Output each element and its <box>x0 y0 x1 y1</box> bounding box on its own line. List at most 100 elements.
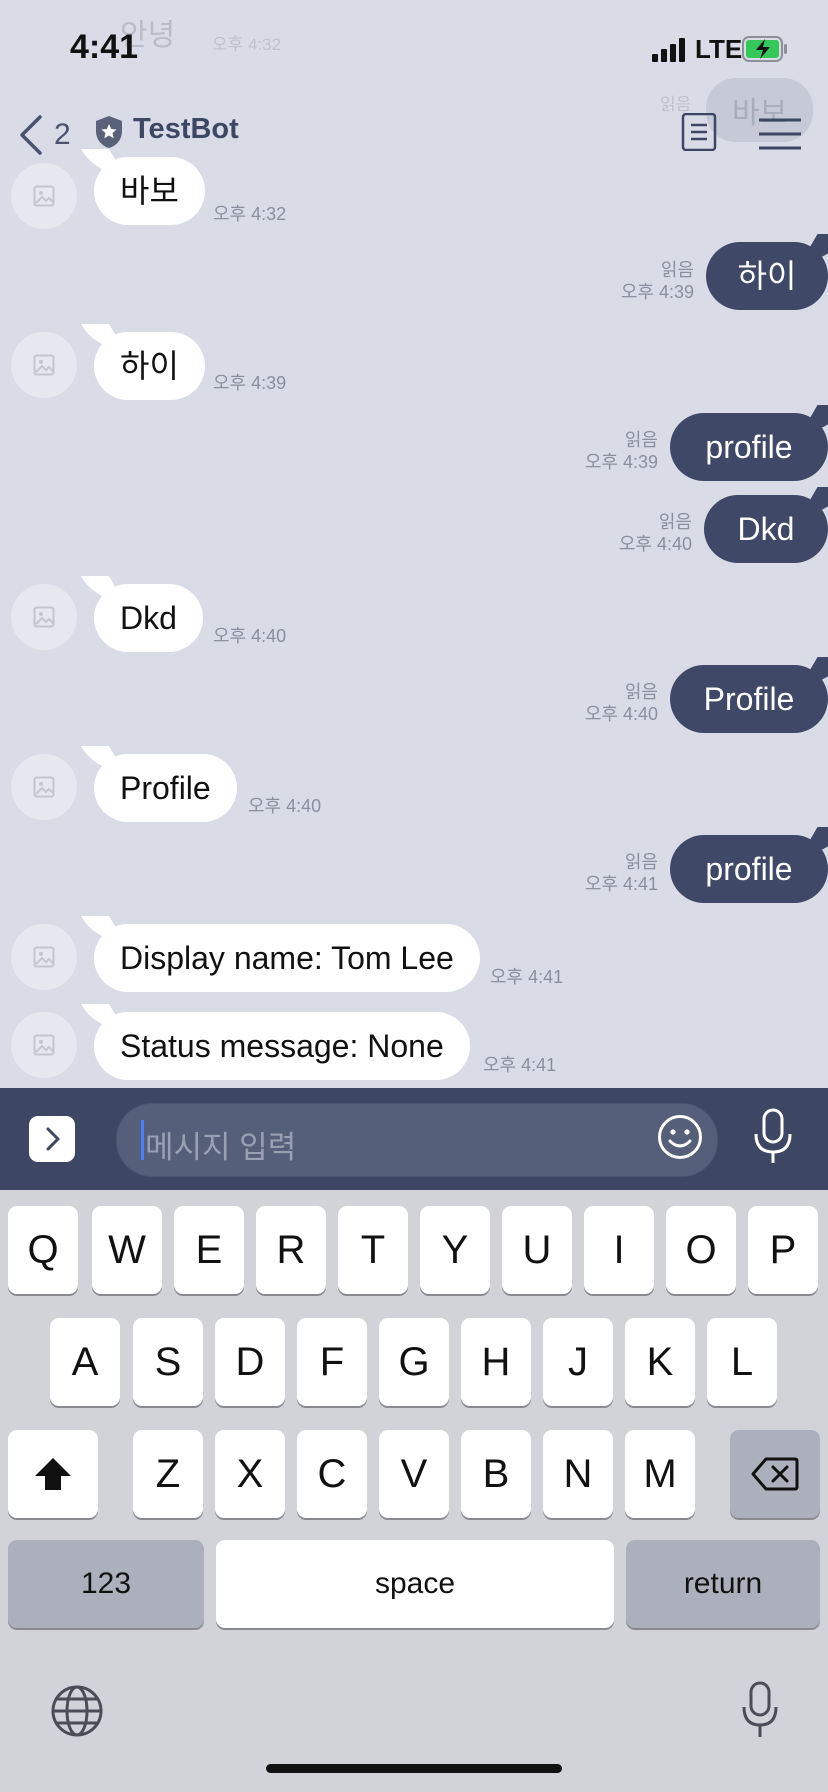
image-placeholder-icon <box>33 946 55 968</box>
message-list: 바보 오후 4:32 읽음 오후 4:39 하이 하이 오후 4:39 읽음 오… <box>0 157 828 1090</box>
read-receipt: 읽음 <box>658 512 692 532</box>
incoming-message-bubble[interactable]: 하이 <box>94 332 205 400</box>
outgoing-message-bubble[interactable]: profile <box>670 413 828 481</box>
backspace-key[interactable] <box>730 1430 820 1518</box>
incoming-message-bubble[interactable]: Dkd <box>94 584 203 652</box>
notes-icon[interactable] <box>680 113 718 151</box>
image-placeholder-icon <box>33 776 55 798</box>
message-input-placeholder: 메시지 입력 <box>145 1130 297 1165</box>
signal-strength-icon <box>652 38 686 62</box>
message-time: 오후 4:40 <box>584 704 658 724</box>
message-input-bar: 메시지 입력 <box>0 1088 828 1190</box>
chevron-right-icon <box>46 1127 60 1151</box>
incoming-message-bubble[interactable]: Profile <box>94 754 237 822</box>
incoming-message-bubble[interactable]: 바보 <box>94 157 205 225</box>
key-w[interactable]: W <box>92 1206 162 1294</box>
outgoing-message-bubble[interactable]: profile <box>670 835 828 903</box>
shield-icon <box>96 116 122 148</box>
key-b[interactable]: B <box>461 1430 531 1518</box>
read-receipt: 읽음 <box>624 430 658 450</box>
bot-avatar[interactable] <box>11 332 77 398</box>
home-indicator[interactable] <box>266 1764 562 1773</box>
keyboard: Q W E R T Y U I O P A S D F G H J K L Z … <box>0 1190 828 1792</box>
message-time: 오후 4:40 <box>248 796 322 816</box>
outgoing-meta: 읽음 오후 4:41 <box>520 851 658 895</box>
ghost-incoming-time: 오후 4:32 <box>212 35 282 54</box>
menu-icon[interactable] <box>757 115 803 153</box>
bot-avatar[interactable] <box>11 1012 77 1078</box>
chat-title: TestBot <box>133 113 239 145</box>
key-a[interactable]: A <box>50 1318 120 1406</box>
message-time: 오후 4:39 <box>213 373 287 393</box>
outgoing-message-bubble[interactable]: Dkd <box>704 495 828 563</box>
return-key[interactable]: return <box>626 1540 820 1628</box>
text-caret <box>141 1120 144 1160</box>
voice-record-icon[interactable] <box>750 1108 796 1166</box>
outgoing-meta: 읽음 오후 4:40 <box>560 511 692 555</box>
key-z[interactable]: Z <box>133 1430 203 1518</box>
shift-key[interactable] <box>8 1430 98 1518</box>
key-k[interactable]: K <box>625 1318 695 1406</box>
key-g[interactable]: G <box>379 1318 449 1406</box>
backspace-icon <box>751 1457 799 1491</box>
key-x[interactable]: X <box>215 1430 285 1518</box>
outgoing-meta: 읽음 오후 4:39 <box>560 259 694 303</box>
key-q[interactable]: Q <box>8 1206 78 1294</box>
key-s[interactable]: S <box>133 1318 203 1406</box>
emoji-icon[interactable] <box>657 1114 703 1160</box>
key-y[interactable]: Y <box>420 1206 490 1294</box>
key-h[interactable]: H <box>461 1318 531 1406</box>
bot-avatar[interactable] <box>11 924 77 990</box>
message-time: 오후 4:40 <box>213 626 287 646</box>
message-time: 오후 4:40 <box>618 534 692 554</box>
message-time: 오후 4:41 <box>584 874 658 894</box>
key-i[interactable]: I <box>584 1206 654 1294</box>
key-d[interactable]: D <box>215 1318 285 1406</box>
message-time: 오후 4:41 <box>490 967 564 987</box>
unread-count: 2 <box>54 118 71 151</box>
image-placeholder-icon <box>33 354 55 376</box>
message-input[interactable]: 메시지 입력 <box>116 1103 718 1177</box>
key-f[interactable]: F <box>297 1318 367 1406</box>
key-u[interactable]: U <box>502 1206 572 1294</box>
key-c[interactable]: C <box>297 1430 367 1518</box>
shift-icon <box>35 1458 71 1490</box>
ghost-incoming-bubble: 안녕 <box>120 19 176 52</box>
image-placeholder-icon <box>33 606 55 628</box>
dictation-mic-icon[interactable] <box>740 1680 780 1740</box>
expand-button[interactable] <box>29 1116 75 1162</box>
key-n[interactable]: N <box>543 1430 613 1518</box>
key-m[interactable]: M <box>625 1430 695 1518</box>
key-l[interactable]: L <box>707 1318 777 1406</box>
key-e[interactable]: E <box>174 1206 244 1294</box>
numbers-key[interactable]: 123 <box>8 1540 204 1628</box>
space-key[interactable]: space <box>216 1540 614 1628</box>
bot-avatar[interactable] <box>11 163 77 229</box>
network-type: LTE <box>695 34 743 64</box>
image-placeholder-icon <box>33 1034 55 1056</box>
incoming-message-bubble[interactable]: Status message: None <box>94 1012 470 1080</box>
incoming-message-bubble[interactable]: Display name: Tom Lee <box>94 924 480 992</box>
outgoing-meta: 읽음 오후 4:39 <box>520 429 658 473</box>
outgoing-message-bubble[interactable]: 하이 <box>706 242 828 310</box>
key-r[interactable]: R <box>256 1206 326 1294</box>
chevron-left-icon <box>20 115 42 155</box>
message-time: 오후 4:41 <box>483 1055 557 1075</box>
read-receipt: 읽음 <box>624 852 658 872</box>
outgoing-message-bubble[interactable]: Profile <box>670 665 828 733</box>
message-time: 오후 4:32 <box>213 204 287 224</box>
read-receipt: 읽음 <box>624 682 658 702</box>
outgoing-meta: 읽음 오후 4:40 <box>520 681 658 725</box>
battery-charging-icon <box>742 36 787 62</box>
key-o[interactable]: O <box>666 1206 736 1294</box>
message-time: 오후 4:39 <box>584 452 658 472</box>
key-p[interactable]: P <box>748 1206 818 1294</box>
key-v[interactable]: V <box>379 1430 449 1518</box>
key-j[interactable]: J <box>543 1318 613 1406</box>
bot-avatar[interactable] <box>11 584 77 650</box>
key-t[interactable]: T <box>338 1206 408 1294</box>
globe-icon[interactable] <box>50 1684 104 1738</box>
read-receipt: 읽음 <box>660 260 694 280</box>
bot-avatar[interactable] <box>11 754 77 820</box>
image-placeholder-icon <box>33 185 55 207</box>
